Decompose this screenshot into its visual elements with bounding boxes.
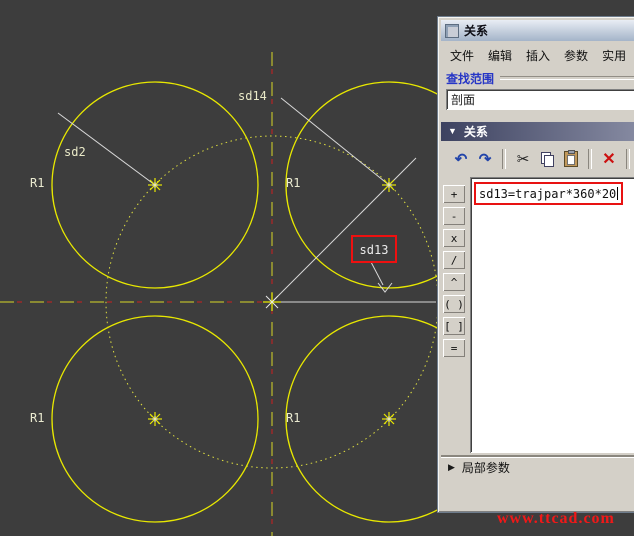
look-in-combobox[interactable]: 剖面 ▼	[446, 89, 634, 110]
relation-editor[interactable]: sd13=trajpar*360*20	[470, 177, 634, 453]
menu-insert[interactable]: 插入	[519, 44, 557, 67]
operator-minus[interactable]: -	[443, 207, 465, 225]
group-divider	[500, 76, 634, 80]
menu-file[interactable]: 文件	[443, 44, 481, 67]
delete-icon[interactable]: ✕	[598, 148, 620, 170]
watermark: www.ttcad.com	[497, 510, 615, 528]
relations-section-title: 关系	[464, 123, 488, 140]
center-marker-top-left	[148, 178, 162, 192]
dialog-title: 关系	[464, 22, 488, 39]
paste-icon[interactable]	[560, 148, 582, 170]
toolbar-separator	[626, 149, 630, 169]
radius-label-top-left[interactable]: R1	[30, 176, 44, 190]
sd13-arrow-leader	[371, 262, 383, 285]
copy-icon[interactable]	[536, 148, 558, 170]
radius-label-bottom-right[interactable]: R1	[286, 411, 300, 425]
center-marker-top-right	[382, 178, 396, 192]
operator-power[interactable]: ^	[443, 273, 465, 291]
menubar: 文件 编辑 插入 参数 实用	[441, 44, 634, 66]
dialog-titlebar[interactable]: 关系	[441, 20, 634, 41]
menu-edit[interactable]: 编辑	[481, 44, 519, 67]
center-marker-bottom-right	[382, 412, 396, 426]
local-params-label: 局部参数	[462, 459, 510, 476]
relation-highlight-box[interactable]: sd13=trajpar*360*20	[474, 182, 623, 205]
relation-text[interactable]: sd13=trajpar*360*20	[479, 187, 616, 201]
redo-icon[interactable]: ↷	[474, 148, 496, 170]
app-screen: sd14 sd2 sd13 R1 R1 R1 R1 关系 文件 编辑 插入 参数…	[0, 0, 634, 536]
radius-label-top-right[interactable]: R1	[286, 176, 300, 190]
dimension-leader-sd14	[281, 98, 389, 185]
operator-plus[interactable]: +	[443, 185, 465, 203]
radius-label-bottom-left[interactable]: R1	[30, 411, 44, 425]
local-params-bar[interactable]: ▶ 局部参数	[441, 457, 634, 477]
operator-equals[interactable]: =	[443, 339, 465, 357]
operator-multiply[interactable]: x	[443, 229, 465, 247]
relations-dialog: 关系 文件 编辑 插入 参数 实用 查找范围 剖面 ▼ ▼ 关系 ↶ ↷ ✂	[437, 16, 634, 513]
window-icon	[445, 24, 459, 38]
look-in-group: 查找范围	[446, 71, 634, 85]
relations-section-bar[interactable]: ▼ 关系	[441, 122, 634, 141]
operator-brackets[interactable]: [ ]	[443, 317, 465, 335]
dimension-label-sd2[interactable]: sd2	[64, 145, 86, 159]
toolbar-separator	[502, 149, 506, 169]
look-in-label: 查找范围	[446, 70, 494, 87]
menu-parameters[interactable]: 参数	[557, 44, 595, 67]
menu-utilities[interactable]: 实用	[595, 44, 633, 67]
cut-icon[interactable]: ✂	[512, 148, 534, 170]
operator-parentheses[interactable]: ( )	[443, 295, 465, 313]
toolbar-separator	[588, 149, 592, 169]
copy-glyph	[541, 152, 554, 166]
dimension-label-sd14[interactable]: sd14	[238, 89, 267, 103]
operator-divide[interactable]: /	[443, 251, 465, 269]
operator-strip: + - x / ^ ( ) [ ] =	[443, 185, 467, 357]
combobox-value: 剖面	[446, 91, 634, 108]
relations-toolbar: ↶ ↷ ✂ ✕	[441, 144, 634, 173]
dimension-label-sd13[interactable]: sd13	[360, 243, 389, 257]
expand-icon[interactable]: ▶	[448, 463, 455, 472]
center-marker-bottom-left	[148, 412, 162, 426]
text-caret	[617, 187, 618, 200]
undo-icon[interactable]: ↶	[450, 148, 472, 170]
paste-glyph	[564, 151, 578, 167]
collapse-icon[interactable]: ▼	[448, 127, 457, 136]
